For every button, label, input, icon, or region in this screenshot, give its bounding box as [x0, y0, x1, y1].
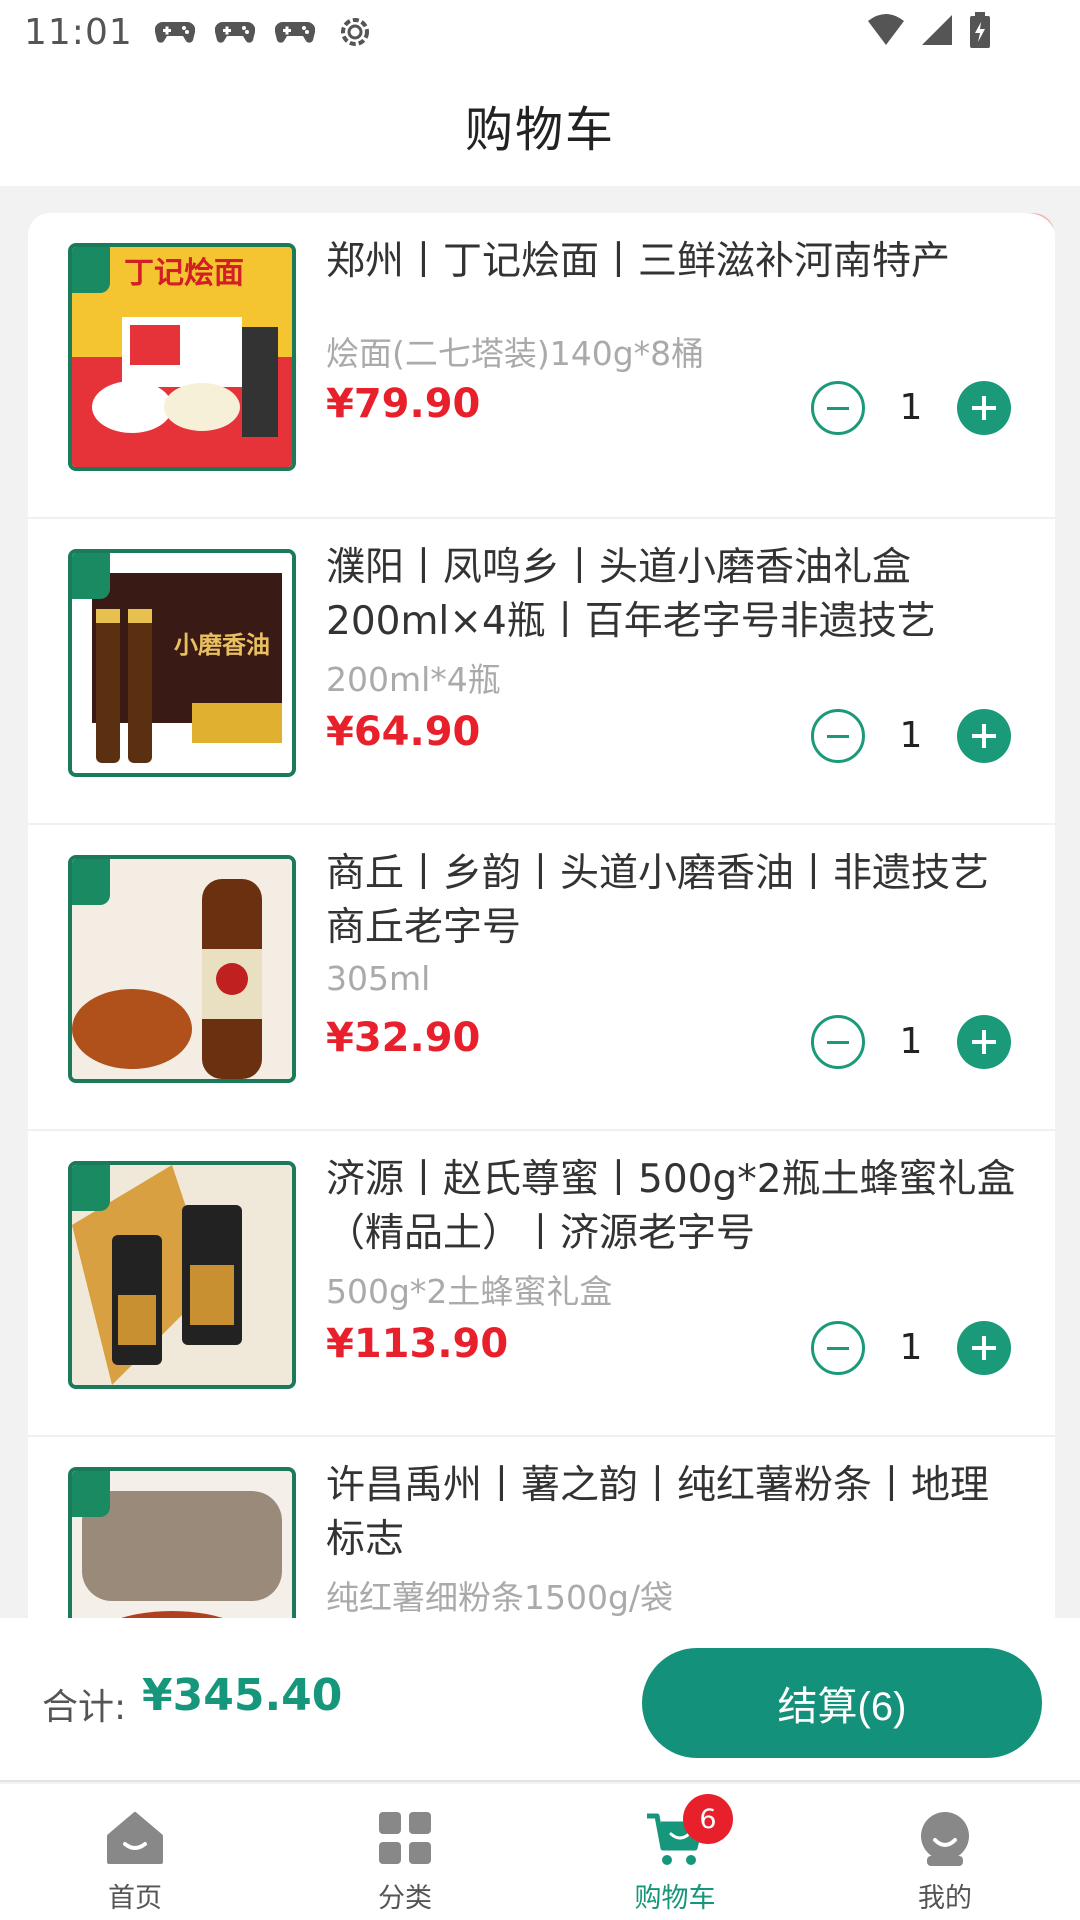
tab-label: 购物车 [634, 1883, 716, 1914]
tab-label: 我的 [918, 1883, 972, 1914]
gamepad-icon [153, 10, 197, 54]
product-image[interactable] [68, 1161, 296, 1389]
decrease-button[interactable] [811, 709, 865, 763]
brand-logo-icon [72, 1471, 110, 1517]
product-spec: 500g*2土蜂蜜礼盒 [326, 1272, 613, 1311]
gamepad-icon [213, 10, 257, 54]
quantity-value: 1 [899, 715, 923, 756]
increase-button[interactable] [957, 709, 1011, 763]
product-title[interactable]: 濮阳丨凤鸣乡丨头道小磨香油礼盒200ml×4瓶丨百年老字号非遗技艺 [326, 541, 1026, 649]
product-image[interactable]: 丁记烩面 [68, 243, 296, 471]
gamepad-icon [273, 10, 317, 54]
product-price: ¥64.90 [326, 709, 481, 755]
product-title[interactable]: 济源丨赵氏尊蜜丨500g*2瓶土蜂蜜礼盒（精品土）丨济源老字号 [326, 1153, 1026, 1261]
product-spec: 305ml [326, 959, 431, 998]
tab-cart[interactable]: 6 购物车 [540, 1784, 810, 1920]
brand-logo-icon [72, 553, 110, 599]
increase-button[interactable] [957, 1321, 1011, 1375]
brand-logo-icon [72, 859, 110, 905]
page-title: 购物车 [464, 102, 615, 158]
product-spec: 纯红薯细粉条1500g/袋 [326, 1578, 674, 1617]
product-price: ¥32.90 [326, 1015, 481, 1061]
product-price: ¥113.90 [326, 1321, 509, 1367]
category-grid-icon [373, 1806, 437, 1870]
decrease-button[interactable] [811, 1321, 865, 1375]
product-image-text: 小磨香油 [174, 631, 270, 659]
brand-logo-icon [72, 1165, 110, 1211]
brand-logo-icon [72, 247, 110, 293]
signal-icon [920, 13, 954, 51]
quantity-stepper[interactable]: 1 [811, 381, 1011, 437]
profile-icon [913, 1806, 977, 1870]
product-spec: 200ml*4瓶 [326, 660, 501, 699]
decrease-button[interactable] [811, 381, 865, 435]
product-image[interactable] [68, 1467, 296, 1618]
product-image[interactable] [68, 855, 296, 1083]
cart-item[interactable]: 丁记烩面 郑州丨丁记烩面丨三鲜滋补河南特产 烩面(二七塔装)140g*8桶 ¥7… [28, 213, 1055, 519]
tab-category[interactable]: 分类 [270, 1784, 540, 1920]
cart-item[interactable]: 济源丨赵氏尊蜜丨500g*2瓶土蜂蜜礼盒（精品土）丨济源老字号 500g*2土蜂… [28, 1131, 1055, 1437]
home-icon [103, 1806, 167, 1870]
product-spec: 烩面(二七塔装)140g*8桶 [326, 334, 705, 373]
status-bar: 11:01 [0, 0, 1080, 64]
increase-button[interactable] [957, 381, 1011, 435]
total-amount: ¥345.40 [142, 1670, 343, 1721]
cart-badge: 6 [683, 1794, 733, 1844]
product-title[interactable]: 许昌禹州丨薯之韵丨纯红薯粉条丨地理标志 [326, 1459, 1026, 1567]
quantity-stepper[interactable]: 1 [811, 1321, 1011, 1377]
tab-label: 首页 [108, 1883, 162, 1914]
product-image-text: 丁记烩面 [124, 256, 244, 291]
page-header: 购物车 [0, 64, 1080, 186]
bottom-tab-bar: 首页 分类 6 购物车 我的 [0, 1784, 1080, 1920]
wifi-icon [866, 13, 906, 51]
total-label: 合计: [42, 1687, 127, 1728]
decrease-button[interactable] [811, 1015, 865, 1069]
cart-item[interactable]: 商丘丨乡韵丨头道小磨香油丨非遗技艺商丘老字号 305ml ¥32.90 1 [28, 825, 1055, 1131]
product-title[interactable]: 郑州丨丁记烩面丨三鲜滋补河南特产 [326, 235, 1026, 289]
product-price: ¥79.90 [326, 381, 481, 427]
battery-icon [968, 12, 992, 52]
quantity-stepper[interactable]: 1 [811, 709, 1011, 765]
cart-item[interactable]: 许昌禹州丨薯之韵丨纯红薯粉条丨地理标志 纯红薯细粉条1500g/袋 [28, 1437, 1055, 1618]
product-title[interactable]: 商丘丨乡韵丨头道小磨香油丨非遗技艺商丘老字号 [326, 847, 1026, 955]
quantity-value: 1 [899, 1021, 923, 1062]
tab-home[interactable]: 首页 [0, 1784, 270, 1920]
quantity-value: 1 [899, 387, 923, 428]
quantity-stepper[interactable]: 1 [811, 1015, 1011, 1071]
checkout-button[interactable]: 结算(6) [642, 1648, 1042, 1758]
cart-list[interactable]: 丁记烩面 郑州丨丁记烩面丨三鲜滋补河南特产 烩面(二七塔装)140g*8桶 ¥7… [28, 213, 1055, 1618]
product-image[interactable]: 小磨香油 [68, 549, 296, 777]
settings-gear-icon [333, 10, 377, 54]
cart-icon: 6 [643, 1794, 733, 1870]
tab-profile[interactable]: 我的 [810, 1784, 1080, 1920]
checkout-bar: 合计: ¥345.40 结算(6) [0, 1618, 1080, 1782]
increase-button[interactable] [957, 1015, 1011, 1069]
status-time: 11:01 [24, 11, 133, 53]
tab-label: 分类 [378, 1883, 432, 1914]
cart-item[interactable]: 小磨香油 濮阳丨凤鸣乡丨头道小磨香油礼盒200ml×4瓶丨百年老字号非遗技艺 2… [28, 519, 1055, 825]
quantity-value: 1 [899, 1327, 923, 1368]
